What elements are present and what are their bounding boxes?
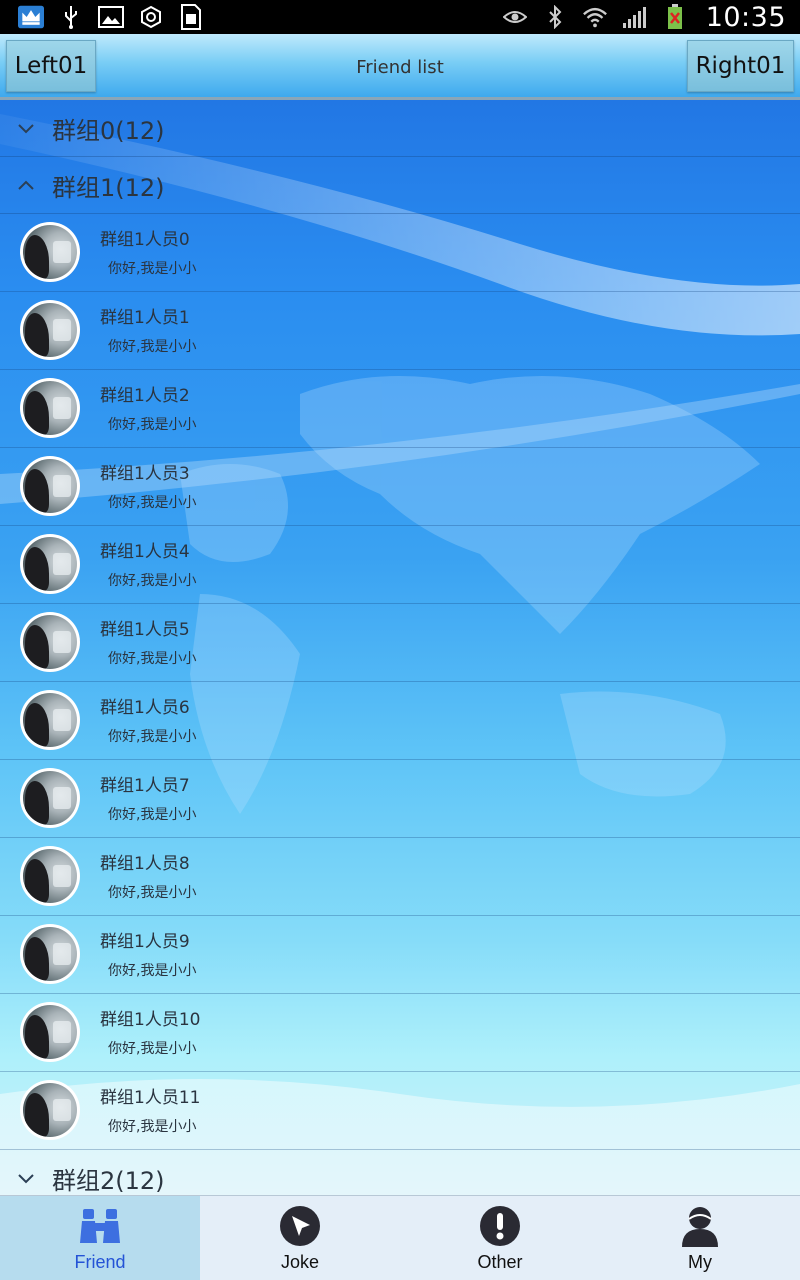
list-item[interactable]: 群组1人员0 你好,我是小小 <box>0 214 800 292</box>
chevron-down-icon <box>0 100 52 157</box>
group-title: 群组2(12) <box>52 1166 165 1195</box>
tab-friend[interactable]: Friend <box>0 1196 200 1280</box>
signal-icon <box>622 4 648 30</box>
avatar <box>20 846 80 906</box>
member-name: 群组1人员11 <box>100 1088 201 1108</box>
avatar <box>20 534 80 594</box>
friend-list[interactable]: 群组0(12) 群组1(12) 群组1人员0 你好,我是小小 群组1人员1 你好,我是小小… <box>0 100 800 1207</box>
user-icon <box>679 1205 721 1247</box>
member-name: 群组1人员6 <box>100 698 190 718</box>
avatar-photo <box>23 459 77 513</box>
avatar-photo <box>23 537 77 591</box>
tab-other[interactable]: Other <box>400 1196 600 1280</box>
avatar-photo <box>23 615 77 669</box>
image-icon <box>98 4 124 30</box>
tab-my-label: My <box>688 1252 712 1272</box>
list-item[interactable]: 群组1人员2 你好,我是小小 <box>0 370 800 448</box>
group-title: 群组0(12) <box>52 116 165 145</box>
avatar <box>20 1080 80 1140</box>
member-status: 你好,我是小小 <box>108 417 197 433</box>
avatar <box>20 768 80 828</box>
member-name: 群组1人员4 <box>100 542 190 562</box>
chevron-up-icon <box>0 157 52 214</box>
member-name: 群组1人员8 <box>100 854 190 874</box>
battery-icon <box>662 4 688 30</box>
avatar <box>20 300 80 360</box>
member-name: 群组1人员9 <box>100 932 190 952</box>
member-status: 你好,我是小小 <box>108 885 197 901</box>
page-title: Friend list <box>356 56 444 78</box>
left01-button[interactable]: Left01 <box>6 40 96 92</box>
member-name: 群组1人员10 <box>100 1010 201 1030</box>
exclamation-icon <box>479 1205 521 1247</box>
clock: 10:35 <box>705 1 786 33</box>
member-status: 你好,我是小小 <box>108 495 197 511</box>
avatar-photo <box>23 693 77 747</box>
list-item[interactable]: 群组1人员6 你好,我是小小 <box>0 682 800 760</box>
avatar-photo <box>23 381 77 435</box>
group-header[interactable]: 群组0(12) <box>0 100 800 157</box>
settings-hex-icon <box>138 4 164 30</box>
member-status: 你好,我是小小 <box>108 963 197 979</box>
member-status: 你好,我是小小 <box>108 807 197 823</box>
tab-joke[interactable]: Joke <box>200 1196 400 1280</box>
member-status: 你好,我是小小 <box>108 339 197 355</box>
member-name: 群组1人员1 <box>100 308 190 328</box>
list-item[interactable]: 群组1人员9 你好,我是小小 <box>0 916 800 994</box>
avatar-photo <box>23 303 77 357</box>
avatar <box>20 612 80 672</box>
avatar-photo <box>23 1005 77 1059</box>
avatar <box>20 1002 80 1062</box>
tab-friend-label: Friend <box>74 1252 126 1272</box>
member-status: 你好,我是小小 <box>108 261 197 277</box>
member-name: 群组1人员7 <box>100 776 190 796</box>
avatar <box>20 222 80 282</box>
member-status: 你好,我是小小 <box>108 573 197 589</box>
binoculars-icon <box>79 1205 121 1247</box>
member-name: 群组1人员2 <box>100 386 190 406</box>
avatar <box>20 456 80 516</box>
member-name: 群组1人员0 <box>100 230 190 250</box>
eye-icon <box>502 4 528 30</box>
member-name: 群组1人员5 <box>100 620 190 640</box>
member-status: 你好,我是小小 <box>108 729 197 745</box>
status-bar-right: 10:35 <box>502 0 786 34</box>
wifi-icon <box>582 4 608 30</box>
avatar <box>20 378 80 438</box>
member-name: 群组1人员3 <box>100 464 190 484</box>
avatar-photo <box>23 927 77 981</box>
list-item[interactable]: 群组1人员8 你好,我是小小 <box>0 838 800 916</box>
member-status: 你好,我是小小 <box>108 1119 197 1135</box>
avatar-photo <box>23 225 77 279</box>
avatar <box>20 690 80 750</box>
avatar-photo <box>23 1083 77 1137</box>
title-bar: Left01 Friend list Right01 <box>0 34 800 100</box>
status-bar-left <box>18 0 204 34</box>
list-item[interactable]: 群组1人员1 你好,我是小小 <box>0 292 800 370</box>
status-bar: 10:35 <box>0 0 800 34</box>
bottom-nav: Friend Joke Other My <box>0 1195 800 1280</box>
member-status: 你好,我是小小 <box>108 651 197 667</box>
list-item[interactable]: 群组1人员7 你好,我是小小 <box>0 760 800 838</box>
cursor-arrow-icon <box>279 1205 321 1247</box>
sim-card-icon <box>178 4 204 30</box>
group-title: 群组1(12) <box>52 173 165 202</box>
member-status: 你好,我是小小 <box>108 1041 197 1057</box>
list-item[interactable]: 群组1人员11 你好,我是小小 <box>0 1072 800 1150</box>
list-item[interactable]: 群组1人员10 你好,我是小小 <box>0 994 800 1072</box>
list-item[interactable]: 群组1人员5 你好,我是小小 <box>0 604 800 682</box>
list-item[interactable]: 群组1人员3 你好,我是小小 <box>0 448 800 526</box>
usb-icon <box>58 4 84 30</box>
right01-button[interactable]: Right01 <box>687 40 794 92</box>
avatar <box>20 924 80 984</box>
group-header[interactable]: 群组1(12) <box>0 157 800 214</box>
tab-joke-label: Joke <box>280 1252 320 1272</box>
bluetooth-icon <box>542 4 568 30</box>
avatar-photo <box>23 771 77 825</box>
list-item[interactable]: 群组1人员4 你好,我是小小 <box>0 526 800 604</box>
crown-app-icon <box>18 4 44 30</box>
tab-my[interactable]: My <box>600 1196 800 1280</box>
tab-other-label: Other <box>477 1252 523 1272</box>
avatar-photo <box>23 849 77 903</box>
